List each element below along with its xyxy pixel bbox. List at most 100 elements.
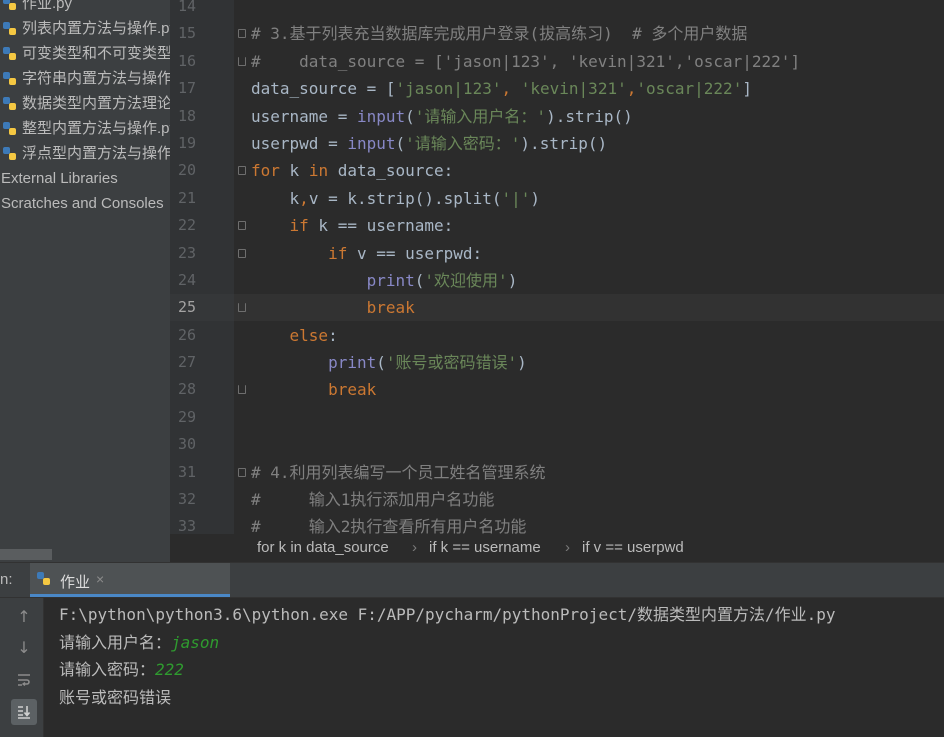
fold-marker-icon[interactable]: [238, 385, 246, 395]
code-line: 27 print('账号或密码错误'): [170, 349, 944, 376]
fold-marker-icon[interactable]: [238, 467, 246, 477]
arrow-up-icon[interactable]: ↑: [11, 604, 37, 630]
console-prompt: 请输入用户名：: [59, 633, 172, 652]
code-line: 20 for k in data_source:: [170, 157, 944, 184]
tree-item-label: 作业.py: [22, 0, 73, 12]
code-text: else:: [289, 325, 338, 345]
code-line: 32 # 输入1执行添加用户名功能: [170, 486, 944, 513]
line-number: 31: [177, 462, 196, 481]
console-user-input: jason: [171, 633, 220, 652]
tree-item-file[interactable]: 可变类型和不可变类型.py: [0, 41, 170, 66]
line-number: 24: [177, 270, 196, 289]
line-number: 15: [177, 24, 196, 43]
tree-item-label: 可变类型和不可变类型.py: [22, 45, 170, 62]
active-tab-indicator: [30, 594, 230, 597]
console-line: 请输入密码：222: [59, 656, 184, 680]
fold-marker-icon[interactable]: [238, 166, 246, 176]
code-line: 24 print('欢迎使用'): [170, 267, 944, 294]
run-panel-label: n:: [0, 571, 13, 588]
line-number: 23: [177, 243, 196, 262]
python-file-icon: [37, 572, 50, 585]
code-line: 30: [170, 431, 944, 458]
run-console[interactable]: F:\python\python3.6\python.exe F:/APP/py…: [44, 598, 944, 737]
breadcrumb-item[interactable]: for k in data_source: [257, 539, 389, 556]
code-line: 21 k,v = k.strip().split('|'): [170, 185, 944, 212]
soft-wrap-icon[interactable]: [11, 667, 37, 693]
python-file-icon: [3, 72, 16, 85]
breadcrumb-item[interactable]: if k == username: [429, 539, 541, 556]
python-file-icon: [3, 0, 16, 10]
line-number: 25: [177, 298, 196, 317]
tree-item-external-libraries[interactable]: External Libraries: [0, 166, 170, 191]
line-number: 27: [177, 353, 196, 372]
tree-item-label: 字符串内置方法与操作.py: [22, 70, 170, 87]
code-line: 33 # 输入2执行查看所有用户名功能: [170, 513, 944, 534]
code-text: username = input('请输入用户名：').strip(): [251, 106, 633, 126]
code-text: print('欢迎使用'): [366, 270, 518, 290]
code-text: # data_source = ['jason|123', 'kevin|321…: [251, 51, 801, 71]
line-number: 21: [177, 188, 196, 207]
fold-marker-icon[interactable]: [238, 29, 246, 39]
tree-item-file[interactable]: 列表内置方法与操作.py: [0, 16, 170, 41]
tree-item-file[interactable]: 字符串内置方法与操作.py: [0, 66, 170, 91]
tree-item-scratches-and-consoles[interactable]: Scratches and Consoles: [0, 191, 170, 216]
console-user-input: 222: [155, 660, 184, 679]
tree-item-label: 浮点型内置方法与操作.py: [22, 145, 170, 162]
arrow-down-icon[interactable]: ↓: [11, 635, 37, 661]
code-line: 14: [170, 0, 944, 20]
code-line: 25 break: [170, 294, 944, 321]
tree-item-file[interactable]: 浮点型内置方法与操作.py: [0, 141, 170, 166]
tree-horizontal-scrollbar[interactable]: [0, 549, 52, 560]
fold-marker-icon[interactable]: [238, 56, 246, 66]
tree-item-file[interactable]: 整型内置方法与操作.py: [0, 116, 170, 141]
code-text: for k in data_source:: [251, 161, 454, 181]
breadcrumb-item[interactable]: if v == userpwd: [582, 539, 684, 556]
code-text: data_source = ['jason|123', 'kevin|321',…: [251, 79, 752, 99]
line-number: 14: [177, 0, 196, 15]
tree-item-label: 列表内置方法与操作.py: [22, 20, 170, 37]
python-file-icon: [3, 122, 16, 135]
python-file-icon: [3, 47, 16, 60]
breadcrumb: for k in data_source › if k == username …: [170, 534, 944, 562]
console-output: 账号或密码错误: [59, 688, 172, 707]
line-number: 18: [177, 106, 196, 125]
line-number: 28: [177, 380, 196, 399]
run-tab[interactable]: 作业 ×: [30, 563, 230, 597]
code-text: if k == username:: [289, 216, 454, 236]
console-command-line: F:\python\python3.6\python.exe F:/APP/py…: [59, 605, 836, 624]
line-number: 20: [177, 161, 196, 180]
scroll-to-end-icon[interactable]: [11, 699, 37, 725]
code-editor[interactable]: 14 15 # 3.基于列表充当数据库完成用户登录(拔高练习) # 多个用户数据 16…: [170, 0, 944, 534]
code-line: 31 # 4.利用列表编写一个员工姓名管理系统: [170, 459, 944, 486]
code-line: 29: [170, 404, 944, 431]
line-number: 17: [177, 79, 196, 98]
code-line: 17 data_source = ['jason|123', 'kevin|321…: [170, 75, 944, 102]
python-file-icon: [3, 97, 16, 110]
console-prompt: 请输入密码：: [59, 660, 156, 679]
code-line: 28 break: [170, 376, 944, 403]
fold-marker-icon[interactable]: [238, 221, 246, 231]
code-line: 26 else:: [170, 322, 944, 349]
code-line: 19 userpwd = input('请输入密码：').strip(): [170, 130, 944, 157]
code-text: print('账号或密码错误'): [328, 353, 527, 373]
line-number: 19: [177, 133, 196, 152]
code-text: userpwd = input('请输入密码：').strip(): [251, 133, 608, 153]
code-text: # 4.利用列表编写一个员工姓名管理系统: [251, 462, 546, 482]
code-text: # 输入1执行添加用户名功能: [251, 490, 495, 510]
code-text: if v == userpwd:: [328, 243, 483, 263]
close-icon[interactable]: ×: [96, 571, 104, 587]
python-file-icon: [3, 22, 16, 35]
tree-item-file[interactable]: 数据类型内置方法理论.py: [0, 91, 170, 116]
fold-marker-icon[interactable]: [238, 248, 246, 258]
tree-item-label: Scratches and Consoles: [1, 195, 164, 212]
line-number: 33: [177, 517, 196, 534]
run-tab-label: 作业: [60, 574, 91, 591]
console-line: 请输入用户名：jason: [59, 629, 219, 653]
code-text: # 3.基于列表充当数据库完成用户登录(拔高练习) # 多个用户数据: [251, 24, 748, 44]
project-tree: 作业.py 列表内置方法与操作.py 可变类型和不可变类型.py 字符串内置方法…: [0, 0, 170, 562]
code-line: 16 # data_source = ['jason|123', 'kevin|3…: [170, 48, 944, 75]
fold-marker-icon[interactable]: [238, 303, 246, 313]
line-number: 16: [177, 51, 196, 70]
breadcrumb-separator: ›: [412, 539, 417, 556]
tree-item-file[interactable]: 作业.py: [0, 0, 170, 16]
